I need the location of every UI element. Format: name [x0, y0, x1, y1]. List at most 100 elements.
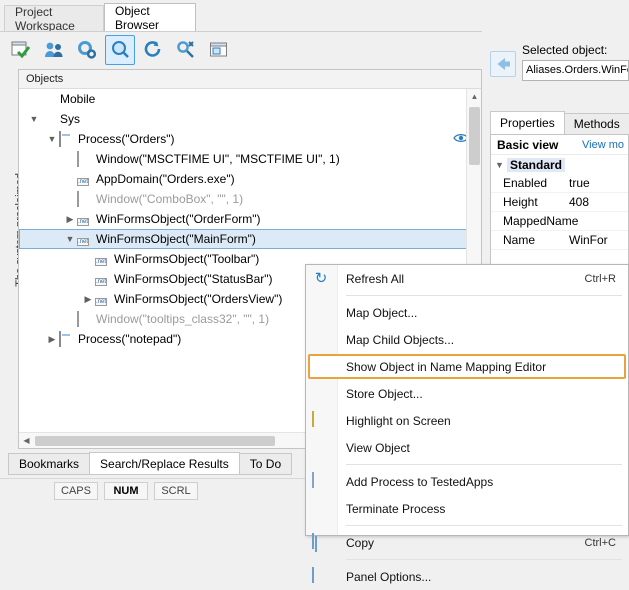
chevron-right-icon[interactable]: ▶: [81, 292, 95, 306]
tree-item-label: Sys: [60, 112, 80, 126]
context-menu-item[interactable]: Show Object in Name Mapping Editor: [306, 353, 628, 380]
tab-project-workspace[interactable]: Project Workspace: [4, 5, 104, 31]
context-menu-item[interactable]: Terminate Process: [306, 495, 628, 522]
context-menu-item[interactable]: Highlight on Screen: [306, 407, 628, 434]
status-num: NUM: [104, 482, 148, 500]
map-object-icon[interactable]: [171, 35, 201, 65]
menu-separator: [346, 295, 622, 296]
tab-bookmarks[interactable]: Bookmarks: [8, 453, 90, 475]
scroll-left-arrow[interactable]: ◀: [19, 433, 34, 448]
context-menu-items: ↻Refresh AllCtrl+R Map Object...Map Child…: [306, 265, 628, 590]
object-browser-toolbar: [0, 31, 482, 67]
gears-icon[interactable]: [72, 35, 102, 65]
property-value[interactable]: WinFor: [569, 233, 628, 247]
check-object-icon[interactable]: [6, 35, 36, 65]
net-icon: .net: [95, 292, 110, 306]
chevron-down-icon[interactable]: ▼: [495, 160, 507, 170]
refresh-glyph: [143, 40, 163, 59]
tree-item[interactable]: ▼Process("Orders"): [19, 129, 481, 149]
property-row[interactable]: NameWinFor: [491, 231, 628, 250]
tree-item[interactable]: ▶.netWinFormsObject("OrderForm"): [19, 209, 481, 229]
property-row[interactable]: Height408: [491, 193, 628, 212]
tab-label: To Do: [250, 457, 281, 471]
tree-spacer: [27, 92, 41, 106]
magnifier-pointer-icon[interactable]: [105, 35, 135, 65]
tab-search-replace-results[interactable]: Search/Replace Results: [89, 452, 240, 475]
menu-item-shortcut: Ctrl+R: [585, 273, 616, 285]
property-value[interactable]: true: [569, 176, 628, 190]
tab-label: Bookmarks: [19, 457, 79, 471]
window-capture-icon[interactable]: [204, 35, 234, 65]
tab-label: Search/Replace Results: [100, 457, 229, 471]
tab-object-browser[interactable]: Object Browser: [104, 3, 196, 31]
context-menu-item[interactable]: Store Object...: [306, 380, 628, 407]
tree-spacer: [63, 152, 77, 166]
net-icon: .net: [77, 212, 92, 226]
check-object-glyph: [11, 40, 31, 59]
context-menu-item[interactable]: CopyCtrl+C: [306, 529, 628, 556]
property-value[interactable]: 408: [569, 195, 628, 209]
objects-horizontal-scroll-thumb[interactable]: [35, 436, 275, 446]
context-menu[interactable]: ↻Refresh AllCtrl+R Map Object...Map Child…: [305, 264, 629, 536]
menu-separator: [346, 559, 622, 560]
objects-vertical-scroll-thumb[interactable]: [469, 107, 480, 165]
chevron-down-icon[interactable]: ▼: [27, 112, 41, 126]
tree-item[interactable]: .net AppDomain("Orders.exe"): [19, 169, 481, 189]
view-more-link[interactable]: View mo: [582, 139, 624, 151]
tree-item[interactable]: Window("ComboBox", "", 1): [19, 189, 481, 209]
tree-item-label: WinFormsObject("StatusBar"): [114, 272, 273, 286]
chevron-right-icon[interactable]: ▶: [45, 332, 59, 346]
menu-item-label: Add Process to TestedApps: [346, 475, 493, 489]
process-icon: [59, 332, 74, 346]
tree-item-label: WinFormsObject("Toolbar"): [114, 252, 259, 266]
tab-label: Methods: [574, 117, 620, 131]
context-menu-item[interactable]: Map Child Objects...: [306, 326, 628, 353]
context-menu-item[interactable]: View Object: [306, 434, 628, 461]
highlight-icon: [312, 412, 330, 429]
chevron-down-icon[interactable]: ▼: [45, 132, 59, 146]
menu-item-label: Terminate Process: [346, 502, 445, 516]
net-icon: .net: [77, 172, 92, 186]
context-menu-item[interactable]: Panel Options...: [306, 563, 628, 590]
tab-properties[interactable]: Properties: [490, 111, 565, 135]
tab-label: Project Workspace: [15, 5, 93, 33]
tree-item[interactable]: Window("MSCTFIME UI", "MSCTFIME UI", 1): [19, 149, 481, 169]
panel-options-icon: [312, 568, 330, 585]
tree-spacer: [81, 252, 95, 266]
tree-item[interactable]: Mobile: [19, 89, 481, 109]
chevron-down-icon[interactable]: ▼: [63, 232, 77, 246]
refresh-icon: ↻: [312, 270, 330, 287]
window-capture-glyph: [209, 40, 229, 59]
property-rows: EnabledtrueHeight408MappedNameNameWinFor: [491, 174, 628, 250]
context-menu-item[interactable]: Add Process to TestedApps: [306, 468, 628, 495]
tree-item-label: Process("notepad"): [78, 332, 181, 346]
menu-item-label: Show Object in Name Mapping Editor: [346, 360, 546, 374]
scroll-up-arrow[interactable]: ▲: [467, 89, 482, 104]
people-icon[interactable]: [39, 35, 69, 65]
properties-grid-header: Basic view View mo: [491, 135, 628, 155]
tree-item-label: AppDomain("Orders.exe"): [96, 172, 235, 186]
property-name: Name: [491, 233, 569, 247]
tab-to-do[interactable]: To Do: [239, 453, 292, 475]
property-name: Enabled: [491, 176, 569, 190]
context-menu-item[interactable]: Map Object...: [306, 299, 628, 326]
tree-item[interactable]: ▼.netWinFormsObject("MainForm"): [19, 229, 481, 249]
property-row[interactable]: Enabledtrue: [491, 174, 628, 193]
menu-separator: [346, 525, 622, 526]
tree-item[interactable]: ▼ Sys: [19, 109, 481, 129]
net-icon: .net: [95, 252, 110, 266]
tree-item-label: Window("MSCTFIME UI", "MSCTFIME UI", 1): [96, 152, 340, 166]
back-arrow-icon[interactable]: [490, 51, 516, 77]
menu-item-label: Highlight on Screen: [346, 414, 451, 428]
tab-methods[interactable]: Methods: [564, 113, 629, 135]
chevron-right-icon[interactable]: ▶: [63, 212, 77, 226]
menu-separator: [346, 464, 622, 465]
tree-item-label: Window("ComboBox", "", 1): [96, 192, 243, 206]
tree-item-label: WinFormsObject("MainForm"): [96, 232, 256, 246]
context-menu-item[interactable]: ↻Refresh AllCtrl+R: [306, 265, 628, 292]
selected-object-value[interactable]: Aliases.Orders.WinFor: [522, 60, 629, 81]
refresh-icon[interactable]: [138, 35, 168, 65]
property-group-row[interactable]: ▼ Standard: [491, 155, 628, 174]
property-row[interactable]: MappedName: [491, 212, 628, 231]
basic-view-label: Basic view: [497, 138, 558, 152]
